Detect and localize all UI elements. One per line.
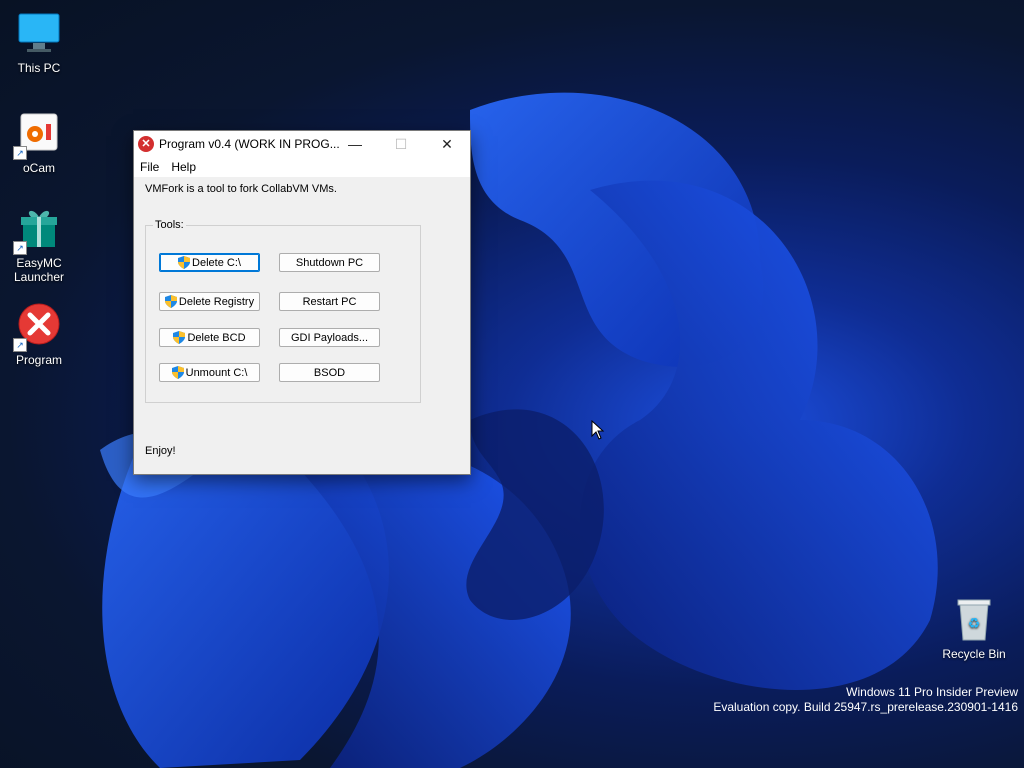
desktop-icon-this-pc[interactable]: This PC	[3, 10, 75, 75]
menu-bar: File Help	[134, 157, 470, 177]
button-label: Delete BCD	[187, 331, 246, 344]
uac-shield-icon	[164, 295, 177, 308]
shortcut-arrow-icon: ↗	[13, 241, 27, 255]
button-label: Restart PC	[302, 295, 357, 308]
unmount-c-button[interactable]: Unmount C:\	[159, 363, 260, 382]
bsod-button[interactable]: BSOD	[279, 363, 380, 382]
desktop-icon-label: EasyMC Launcher	[13, 256, 65, 284]
description-text: VMFork is a tool to fork CollabVM VMs.	[145, 183, 337, 195]
button-label: BSOD	[313, 366, 346, 379]
minimize-button[interactable]: —	[332, 131, 378, 157]
gdi-payloads-button[interactable]: GDI Payloads...	[279, 328, 380, 347]
button-label: Delete Registry	[178, 295, 255, 308]
button-label: Delete C:\	[192, 256, 241, 269]
error-icon: ✕	[138, 136, 154, 152]
window-title: Program v0.4 (WORK IN PROG...	[159, 137, 340, 151]
uac-shield-icon	[173, 331, 186, 344]
gift-icon: ↗	[13, 205, 63, 255]
desktop-icon-label: Recycle Bin	[942, 647, 1006, 661]
uac-shield-icon	[171, 366, 184, 379]
ocam-icon: ↗	[13, 110, 63, 160]
maximize-button[interactable]: ☐	[378, 131, 424, 157]
delete-c-button[interactable]: Delete C:\	[159, 253, 260, 272]
shortcut-arrow-icon: ↗	[13, 338, 27, 352]
button-label: Shutdown PC	[295, 256, 364, 269]
desktop-icon-easymc-launcher[interactable]: ↗ EasyMC Launcher	[3, 205, 75, 284]
shortcut-arrow-icon: ↗	[13, 146, 27, 160]
delete-registry-button[interactable]: Delete Registry	[159, 292, 260, 311]
recycle-bin-icon: ♻	[950, 596, 998, 644]
footer-text: Enjoy!	[145, 445, 176, 457]
tools-groupbox: Tools: Delete C:\ Shutdown PC Delete Reg…	[145, 219, 421, 403]
menu-help[interactable]: Help	[165, 160, 202, 174]
desktop-icon-label: Program	[15, 353, 62, 367]
button-label: Unmount C:\	[185, 366, 248, 379]
program-window[interactable]: ✕ Program v0.4 (WORK IN PROG... — ☐ ✕ Fi…	[133, 130, 471, 475]
desktop-icon-recycle-bin[interactable]: ♻ Recycle Bin	[938, 596, 1010, 661]
watermark-line-2: Evaluation copy. Build 25947.rs_prerelea…	[713, 700, 1018, 714]
desktop-icon-label: oCam	[22, 161, 55, 175]
restart-pc-button[interactable]: Restart PC	[279, 292, 380, 311]
button-label: GDI Payloads...	[290, 331, 369, 344]
shutdown-pc-button[interactable]: Shutdown PC	[279, 253, 380, 272]
monitor-icon	[15, 10, 63, 58]
title-bar[interactable]: ✕ Program v0.4 (WORK IN PROG... — ☐ ✕	[134, 131, 470, 157]
desktop-icon-ocam[interactable]: ↗ oCam	[3, 110, 75, 175]
watermark-line-1: Windows 11 Pro Insider Preview	[846, 685, 1018, 699]
delete-bcd-button[interactable]: Delete BCD	[159, 328, 260, 347]
desktop-icon-label: This PC	[17, 61, 61, 75]
evaluation-watermark: Windows 11 Pro Insider Preview Evaluatio…	[713, 685, 1018, 715]
tools-label: Tools:	[153, 219, 186, 231]
desktop-icon-program[interactable]: ↗ Program	[3, 302, 75, 367]
close-button[interactable]: ✕	[424, 131, 470, 157]
menu-file[interactable]: File	[134, 160, 165, 174]
mouse-cursor-icon	[591, 420, 605, 440]
error-icon: ↗	[13, 302, 63, 352]
svg-text:♻: ♻	[968, 616, 981, 632]
uac-shield-icon	[178, 256, 191, 269]
